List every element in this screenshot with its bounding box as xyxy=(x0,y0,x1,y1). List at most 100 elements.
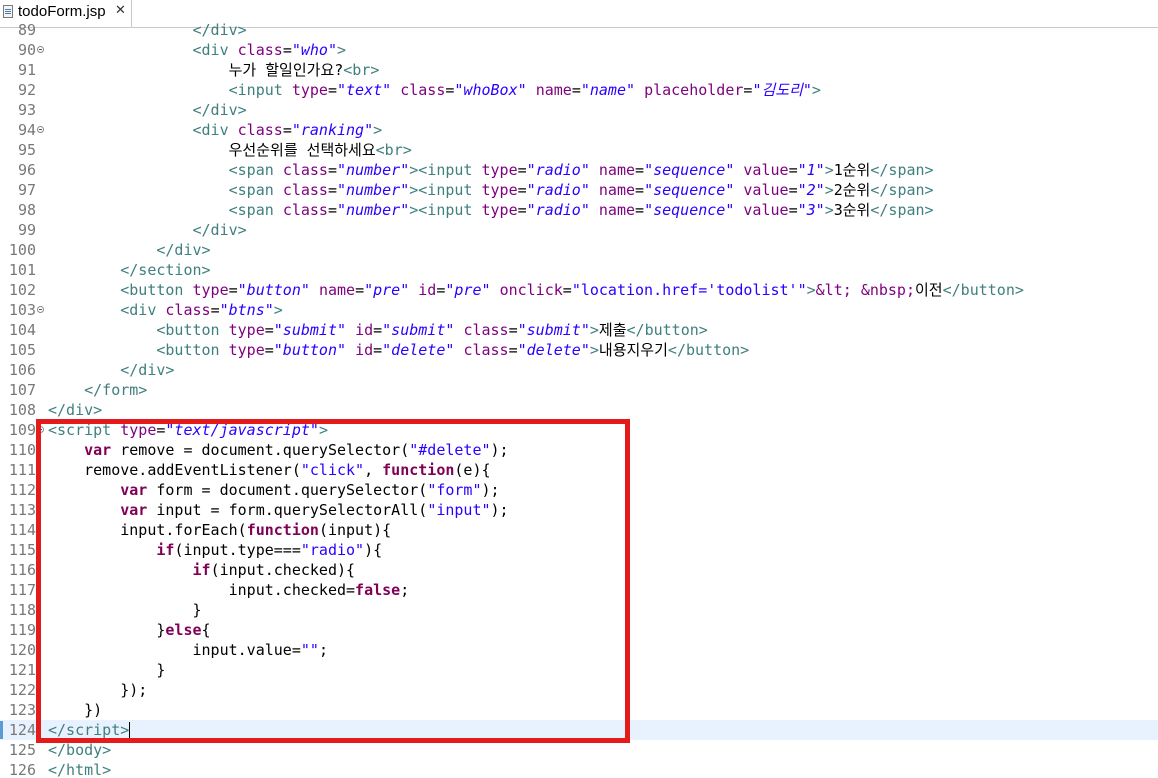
code-editor[interactable]: 89 </div> 90 <div class="who"> 91 누가 할일인가요… xyxy=(0,21,1158,778)
code-text: input.value=""; xyxy=(48,641,328,659)
line-number: 106 xyxy=(8,361,36,379)
line-number: 125 xyxy=(8,741,36,759)
code-line[interactable]: 92 <input type="text" class="whoBox" nam… xyxy=(0,80,1158,100)
line-number: 116 xyxy=(8,561,36,579)
code-text: 누가 할일인가요?<br> xyxy=(48,61,380,79)
code-text: </div> xyxy=(192,101,247,119)
code-text: remove.addEventListener("click", functio… xyxy=(48,461,491,479)
code-line[interactable]: 97 <span class="number"><input type="rad… xyxy=(0,180,1158,200)
code-line[interactable]: 90 <div class="who"> xyxy=(0,40,1158,60)
line-number: 115 xyxy=(8,541,36,559)
line-number: 101 xyxy=(8,261,36,279)
code-line[interactable]: 113 var input = form.querySelectorAll("i… xyxy=(0,500,1158,520)
line-number: 112 xyxy=(8,481,36,499)
line-number: 111 xyxy=(8,461,36,479)
code-line[interactable]: 93 </div> xyxy=(0,100,1158,120)
code-line[interactable]: 115 if(input.type==="radio"){ xyxy=(0,540,1158,560)
code-line[interactable]: 94 <div class="ranking"> xyxy=(0,120,1158,140)
code-text: }); xyxy=(48,681,148,699)
code-text: if(input.checked){ xyxy=(192,561,356,579)
code-text: <span class="number"><input type="radio"… xyxy=(228,181,934,199)
line-number: 121 xyxy=(8,661,36,679)
line-number: 102 xyxy=(8,281,36,299)
line-number: 89 xyxy=(17,21,36,39)
line-number: 93 xyxy=(17,101,36,119)
code-line[interactable]: 114 input.forEach(function(input){ xyxy=(0,520,1158,540)
line-number: 108 xyxy=(8,401,36,419)
code-text: } xyxy=(48,661,166,679)
line-number: 123 xyxy=(8,701,36,719)
code-line[interactable]: 106 </div> xyxy=(0,360,1158,380)
code-line[interactable]: 109 <script type="text/javascript"> xyxy=(0,420,1158,440)
code-text: input.checked=false; xyxy=(48,581,410,599)
code-line[interactable]: 101 </section> xyxy=(0,260,1158,280)
code-line[interactable]: 111 remove.addEventListener("click", fun… xyxy=(0,460,1158,480)
line-number: 120 xyxy=(8,641,36,659)
code-line[interactable]: 96 <span class="number"><input type="rad… xyxy=(0,160,1158,180)
code-line[interactable]: 95 우선순위를 선택하세요<br> xyxy=(0,140,1158,160)
code-line[interactable]: 125 </body> xyxy=(0,740,1158,760)
fold-toggle-icon[interactable] xyxy=(37,126,44,133)
line-number: 98 xyxy=(17,201,36,219)
code-line[interactable]: 108 </div> xyxy=(0,400,1158,420)
code-text: <script type="text/javascript"> xyxy=(48,421,328,439)
text-caret xyxy=(129,722,131,739)
line-number: 96 xyxy=(17,161,36,179)
fold-toggle-icon[interactable] xyxy=(37,426,44,433)
code-text: <div class="who"> xyxy=(192,41,347,59)
fold-toggle-icon[interactable] xyxy=(37,306,44,313)
code-text: <div class="ranking"> xyxy=(192,121,383,139)
jsp-file-icon xyxy=(3,5,13,18)
code-line[interactable]: 117 input.checked=false; xyxy=(0,580,1158,600)
code-text: }else{ xyxy=(48,621,211,639)
code-text: var remove = document.querySelector("#de… xyxy=(84,441,509,459)
code-line[interactable]: 102 <button type="button" name="pre" id=… xyxy=(0,280,1158,300)
code-text: <button type="button" id="delete" class=… xyxy=(156,341,750,359)
fold-toggle-icon[interactable] xyxy=(37,46,44,53)
code-line[interactable]: 119 }else{ xyxy=(0,620,1158,640)
code-line[interactable]: 116 if(input.checked){ xyxy=(0,560,1158,580)
line-number: 100 xyxy=(8,241,36,259)
line-number: 92 xyxy=(17,81,36,99)
line-number: 104 xyxy=(8,321,36,339)
code-text: input.forEach(function(input){ xyxy=(48,521,392,539)
code-line[interactable]: 110 var remove = document.querySelector(… xyxy=(0,440,1158,460)
line-number: 95 xyxy=(17,141,36,159)
code-line[interactable]: 107 </form> xyxy=(0,380,1158,400)
code-line[interactable]: 118 } xyxy=(0,600,1158,620)
code-line[interactable]: 124 </script> xyxy=(0,720,1158,740)
line-number: 107 xyxy=(8,381,36,399)
code-line[interactable]: 89 </div> xyxy=(0,20,1158,40)
line-number: 119 xyxy=(8,621,36,639)
code-line[interactable]: 123 }) xyxy=(0,700,1158,720)
line-number: 118 xyxy=(8,601,36,619)
close-icon[interactable]: ✕ xyxy=(115,3,126,18)
code-line[interactable]: 112 var form = document.querySelector("f… xyxy=(0,480,1158,500)
code-text: }) xyxy=(48,701,103,719)
line-number: 94 xyxy=(17,121,36,139)
code-line[interactable]: 121 } xyxy=(0,660,1158,680)
code-line[interactable]: 103 <div class="btns"> xyxy=(0,300,1158,320)
code-line[interactable]: 100 </div> xyxy=(0,240,1158,260)
code-line[interactable]: 126 </html> xyxy=(0,760,1158,778)
line-number: 109 xyxy=(8,421,36,439)
code-text: </html> xyxy=(48,761,112,778)
code-line[interactable]: 99 </div> xyxy=(0,220,1158,240)
line-number: 99 xyxy=(17,221,36,239)
code-text: </div> xyxy=(192,221,247,239)
code-text: </div> xyxy=(156,241,211,259)
code-line[interactable]: 104 <button type="submit" id="submit" cl… xyxy=(0,320,1158,340)
code-line[interactable]: 105 <button type="button" id="delete" cl… xyxy=(0,340,1158,360)
line-number: 103 xyxy=(8,301,36,319)
line-number: 124 xyxy=(8,721,36,739)
code-text: </section> xyxy=(120,261,211,279)
code-line[interactable]: 91 누가 할일인가요?<br> xyxy=(0,60,1158,80)
line-number: 105 xyxy=(8,341,36,359)
code-line[interactable]: 122 }); xyxy=(0,680,1158,700)
code-line[interactable]: 98 <span class="number"><input type="rad… xyxy=(0,200,1158,220)
code-text: var input = form.querySelectorAll("input… xyxy=(120,501,509,519)
code-text: <button type="submit" id="submit" class=… xyxy=(156,321,708,339)
code-text: } xyxy=(48,601,202,619)
line-number: 110 xyxy=(8,441,36,459)
code-line[interactable]: 120 input.value=""; xyxy=(0,640,1158,660)
